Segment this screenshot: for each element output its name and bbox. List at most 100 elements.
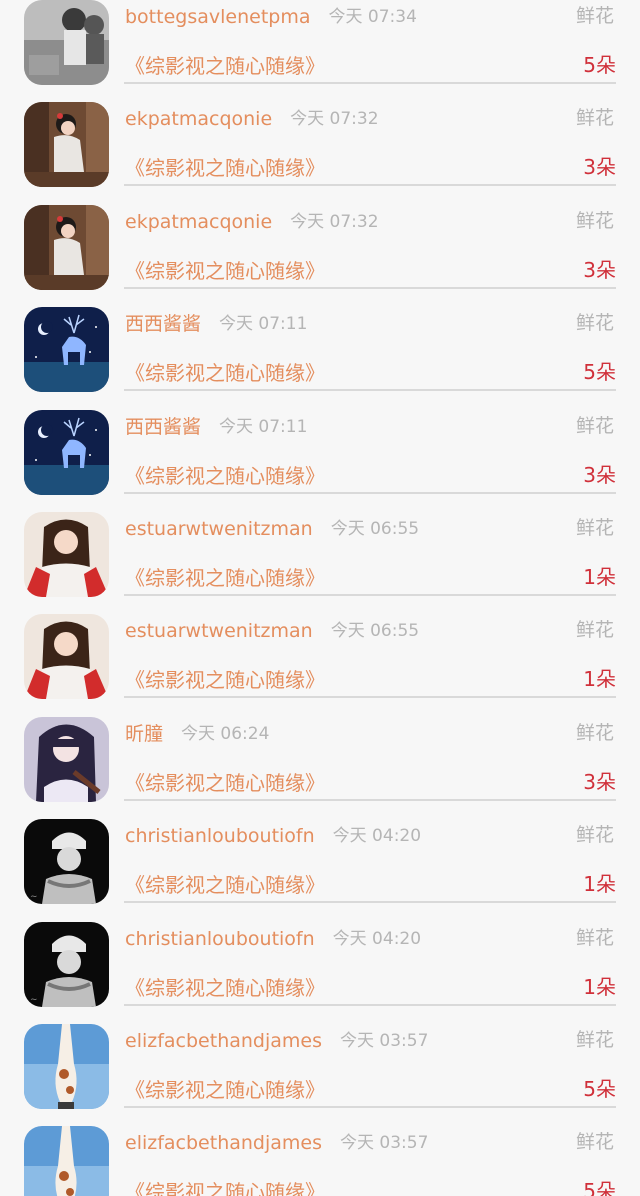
gift-list-item[interactable]: ekpatmacqonie 今天 07:32 鲜花《综影视之随心随缘》 3朵 [0, 204, 640, 307]
book-title-link[interactable]: 《综影视之随心随缘》 [125, 258, 325, 284]
book-title-link[interactable]: 《综影视之随心随缘》 [125, 53, 325, 79]
night-deer-avatar[interactable] [24, 307, 109, 393]
gift-type-label: 鲜花 [575, 926, 614, 949]
gift-list-item[interactable]: ~ christianlouboutiofn 今天 04:20 鲜花《综影视之随心随缘… [0, 921, 640, 1024]
sender-name-text[interactable]: estuarwtwenitzman [125, 620, 313, 642]
sender-name[interactable]: christianlouboutiofn 今天 04:20 [125, 823, 421, 849]
gift-count: 1朵 [583, 872, 616, 897]
book-title-link[interactable]: 《综影视之随心随缘》 [125, 1179, 325, 1196]
book-title-link[interactable]: 《综影视之随心随缘》 [125, 872, 325, 898]
gift-type-label: 鲜花 [575, 107, 614, 130]
timestamp: 今天 07:11 [219, 314, 308, 335]
sender-name[interactable]: estuarwtwenitzman 今天 06:55 [125, 618, 419, 644]
row-divider [124, 594, 616, 596]
book-title-link[interactable]: 《综影视之随心随缘》 [125, 463, 325, 489]
gift-count: 1朵 [583, 565, 616, 589]
sender-name[interactable]: bottegsavlenetpma 今天 07:34 [125, 4, 417, 30]
sky-cat-avatar[interactable] [24, 1126, 109, 1196]
sender-name[interactable]: christianlouboutiofn 今天 04:20 [125, 926, 421, 952]
sender-name-text[interactable]: ekpatmacqonie [125, 211, 272, 233]
timestamp: 今天 04:20 [332, 928, 422, 949]
sender-name[interactable]: ekpatmacqonie 今天 07:32 [125, 209, 379, 235]
gift-list-item[interactable]: estuarwtwenitzman 今天 06:55 鲜花《综影视之随心随缘》 1朵 [0, 614, 640, 716]
row-divider [124, 389, 616, 392]
gift-count: 3朵 [583, 769, 616, 794]
row-divider [124, 1106, 616, 1108]
book-title-link[interactable]: 《综影视之随心随缘》 [125, 1077, 325, 1103]
bw-beanie-boy-avatar[interactable]: ~ [24, 921, 109, 1007]
red-cloak-woman-avatar[interactable] [24, 512, 109, 597]
sender-name[interactable]: 西西酱酱 今天 07:11 [125, 414, 307, 440]
sender-name-text[interactable]: 西西酱酱 [125, 416, 201, 438]
gift-count: 5朵 [583, 360, 616, 385]
flower-gift-list[interactable]: bottegsavlenetpma 今天 07:34 鲜花 《综影视之随心随缘》 5朵 e… [0, 0, 640, 1196]
timestamp: 今天 07:32 [290, 109, 379, 130]
qipao-woman-avatar[interactable] [24, 204, 109, 290]
gift-type-label: 鲜花 [575, 517, 614, 539]
row-divider [124, 491, 616, 494]
gift-list-item[interactable]: 西西酱酱 今天 07:11 鲜花《综影视之随心随缘》 5朵 [0, 307, 640, 409]
gift-count: 5朵 [583, 1077, 616, 1101]
sender-name[interactable]: 昕朣 今天 06:24 [125, 721, 269, 747]
gift-list-item[interactable]: ~ christianlouboutiofn 今天 04:20 鲜花《综影视之随心随缘… [0, 819, 640, 921]
book-title-link[interactable]: 《综影视之随心随缘》 [125, 667, 325, 693]
gift-list-item[interactable]: elizfacbethandjames 今天 03:57 鲜花《综影视之随心随缘》 5… [0, 1126, 640, 1196]
sender-name-text[interactable]: ekpatmacqonie [125, 108, 272, 130]
sender-name-text[interactable]: christianlouboutiofn [125, 825, 315, 847]
gift-type-label: 鲜花 [575, 721, 614, 744]
timestamp: 今天 06:24 [181, 723, 270, 744]
gift-type-label: 鲜花 [575, 619, 614, 642]
gift-list-item[interactable]: ekpatmacqonie 今天 07:32 鲜花《综影视之随心随缘》 3朵 [0, 102, 640, 204]
book-title-link[interactable]: 《综影视之随心随缘》 [125, 155, 325, 181]
sender-name[interactable]: ekpatmacqonie 今天 07:32 [125, 106, 379, 132]
night-deer-avatar[interactable] [24, 409, 109, 495]
gift-type-label: 鲜花 [575, 1131, 614, 1154]
gift-count: 5朵 [583, 1179, 616, 1196]
gift-list-item[interactable]: estuarwtwenitzman 今天 06:55 鲜花《综影视之随心随缘》 1朵 [0, 512, 640, 614]
gift-list-item[interactable]: bottegsavlenetpma 今天 07:34 鲜花 《综影视之随心随缘》 5朵 [0, 0, 640, 102]
gift-count: 3朵 [583, 462, 616, 487]
book-title-link[interactable]: 《综影视之随心随缘》 [125, 565, 325, 591]
bw-beanie-boy-avatar[interactable]: ~ [24, 819, 109, 905]
sender-name-text[interactable]: elizfacbethandjames [125, 1030, 322, 1052]
sender-name-text[interactable]: estuarwtwenitzman [125, 518, 313, 540]
sender-name[interactable]: elizfacbethandjames 今天 03:57 [125, 1028, 428, 1054]
svg-text:~: ~ [30, 892, 38, 902]
sender-name[interactable]: estuarwtwenitzman 今天 06:55 [125, 516, 419, 542]
gift-list-item[interactable]: 昕朣 今天 06:24 鲜花《综影视之随心随缘》 3朵 [0, 716, 640, 819]
sky-cat-avatar[interactable] [24, 1024, 109, 1109]
sender-name[interactable]: elizfacbethandjames 今天 03:57 [125, 1130, 428, 1156]
timestamp: 今天 07:34 [328, 7, 417, 27]
sender-name-text[interactable]: 西西酱酱 [125, 313, 201, 335]
bw-couple-avatar[interactable] [24, 0, 109, 85]
svg-text:~: ~ [30, 995, 38, 1005]
sender-name[interactable]: 西西酱酱 今天 07:11 [125, 311, 307, 337]
sender-name-text[interactable]: 昕朣 [125, 723, 163, 745]
book-title-link[interactable]: 《综影视之随心随缘》 [125, 770, 325, 796]
qipao-woman-avatar[interactable] [24, 102, 109, 188]
timestamp: 今天 06:55 [330, 621, 420, 642]
timestamp: 今天 04:20 [332, 826, 422, 847]
gift-type-label: 鲜花 [575, 824, 614, 847]
anime-girl-violin-avatar[interactable] [24, 716, 109, 802]
gift-list-item[interactable]: elizfacbethandjames 今天 03:57 鲜花 《综影视之随心随缘》 5… [0, 1024, 640, 1126]
timestamp: 今天 07:11 [219, 416, 308, 437]
gift-type-label: 鲜花 [575, 312, 614, 335]
gift-count: 3朵 [583, 155, 616, 180]
timestamp: 今天 03:57 [340, 1133, 429, 1154]
sender-name-text[interactable]: bottegsavlenetpma [125, 6, 310, 28]
row-divider [124, 82, 616, 84]
gift-count: 1朵 [583, 974, 616, 999]
book-title-link[interactable]: 《综影视之随心随缘》 [125, 975, 325, 1001]
red-cloak-woman-avatar[interactable] [24, 614, 109, 700]
gift-type-label: 鲜花 [575, 209, 614, 232]
sender-name-text[interactable]: christianlouboutiofn [125, 928, 315, 950]
book-title-link[interactable]: 《综影视之随心随缘》 [125, 360, 325, 386]
gift-count: 1朵 [583, 667, 616, 692]
gift-count: 3朵 [583, 257, 616, 282]
row-divider [124, 286, 616, 289]
row-divider [124, 184, 616, 187]
row-divider [124, 1003, 616, 1006]
sender-name-text[interactable]: elizfacbethandjames [125, 1132, 322, 1154]
gift-list-item[interactable]: 西西酱酱 今天 07:11 鲜花 《综影视之随心随缘》 3朵 [0, 409, 640, 512]
